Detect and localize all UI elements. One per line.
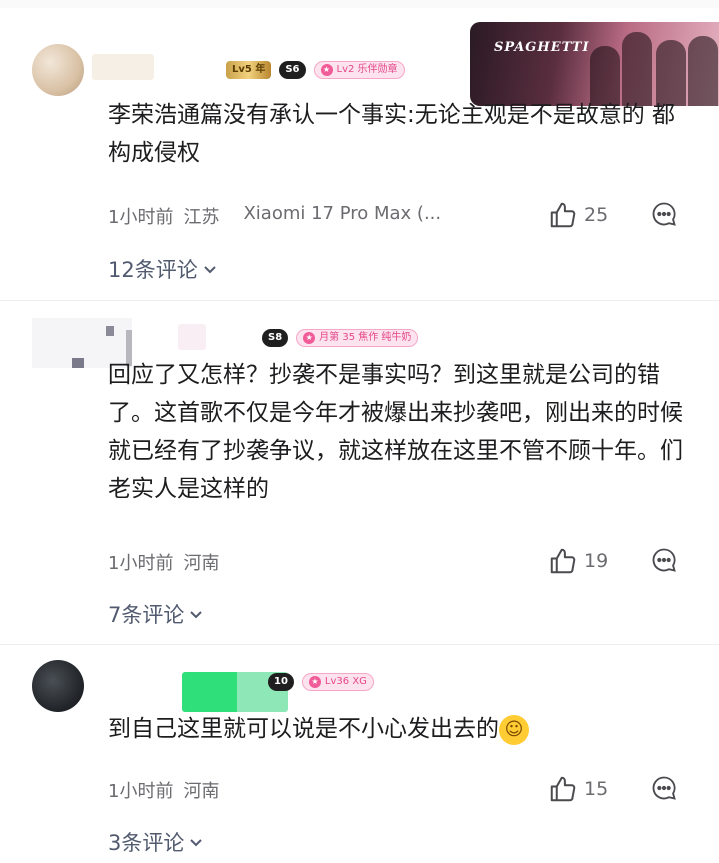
level-badge: Lv5 年 <box>226 61 272 79</box>
user-badges: 10 ★ Lv36 XG <box>268 672 374 692</box>
fan-medal-badge: ★ Lv36 XG <box>301 673 374 691</box>
user-badges: Lv5 年 S6 ★ Lv2 乐伴勋章 <box>226 60 405 80</box>
fan-medal-label: 月第 35 焦作 纯牛奶 <box>319 332 412 343</box>
top-strip <box>0 0 719 8</box>
view-replies-button[interactable]: 12条评论 <box>108 254 218 284</box>
comment-meta: 1小时前 河南 <box>108 549 219 575</box>
fan-medal-badge: ★ 月第 35 焦作 纯牛奶 <box>296 329 419 347</box>
chevron-down-icon <box>204 266 216 274</box>
comment-meta: 1小时前 江苏 Xiaomi 17 Pro Max (... <box>108 203 441 229</box>
chevron-down-icon <box>190 839 203 847</box>
star-icon: ★ <box>320 64 333 76</box>
divider <box>0 300 719 301</box>
comment-item: S8 ★ 月第 35 焦作 纯牛奶 回应了又怎样？抄袭不是事实吗？到这里就是公司的… <box>0 310 719 640</box>
fan-medal-badge: ★ Lv2 乐伴勋章 <box>313 61 405 79</box>
banner-logo: SPAGHETTI <box>494 40 590 55</box>
comment-meta: 1小时前 河南 <box>108 777 219 803</box>
divider <box>0 644 719 645</box>
timestamp: 1小时前 <box>108 553 174 574</box>
replies-label: 12条评论 <box>108 258 198 282</box>
season-badge: S6 <box>279 61 306 79</box>
like-button[interactable]: 19 <box>548 546 608 576</box>
star-icon: ★ <box>303 332 316 344</box>
like-count: 25 <box>584 204 609 226</box>
season-badge: 10 <box>268 673 294 691</box>
thumbs-up-icon <box>550 776 576 802</box>
comment-text-body: 到自己这里就可以说是不小心发出去的 <box>108 716 499 742</box>
location: 河南 <box>183 553 220 574</box>
username-redacted[interactable] <box>178 324 206 350</box>
comment-bubble-icon[interactable] <box>650 200 678 228</box>
comment-bubble-icon[interactable] <box>650 774 678 802</box>
comment-item: Lv5 年 S6 ★ Lv2 乐伴勋章 SPAGHETTI 李荣浩通篇没有承认一个… <box>0 20 719 303</box>
like-button[interactable]: 15 <box>548 774 608 804</box>
replies-label: 3条评论 <box>108 831 185 855</box>
like-count: 19 <box>584 550 609 572</box>
timestamp: 1小时前 <box>108 781 174 802</box>
location: 河南 <box>183 781 220 802</box>
star-icon: ★ <box>308 676 321 688</box>
comment-item: 10 ★ Lv36 XG 到自己这里就可以说是不小心发出去的 ☺ 1小时前 河南 1… <box>0 650 719 863</box>
device: Xiaomi 17 Pro Max (... <box>243 203 442 224</box>
avatar[interactable] <box>32 44 84 96</box>
thumbs-up-icon <box>550 548 576 574</box>
username-redacted[interactable] <box>92 54 154 80</box>
view-replies-button[interactable]: 3条评论 <box>108 827 204 857</box>
laughing-tears-emoji-icon: ☺ <box>499 714 529 745</box>
season-badge: S8 <box>262 329 289 347</box>
view-replies-button[interactable]: 7条评论 <box>108 599 204 629</box>
thumbs-up-icon <box>550 202 576 228</box>
comment-bubble-icon[interactable] <box>650 546 678 574</box>
like-button[interactable]: 25 <box>548 200 608 230</box>
like-count: 15 <box>584 778 609 800</box>
timestamp: 1小时前 <box>108 207 174 228</box>
user-badges: S8 ★ 月第 35 焦作 纯牛奶 <box>262 328 419 348</box>
chevron-down-icon <box>190 611 203 619</box>
replies-label: 7条评论 <box>108 603 185 627</box>
fan-medal-label: Lv2 乐伴勋章 <box>336 64 398 75</box>
comment-text: 回应了又怎样？抄袭不是事实吗？到这里就是公司的错了。这首歌不仅是今年才被爆出来抄… <box>108 362 683 502</box>
avatar[interactable] <box>32 660 84 712</box>
decoration-banner: SPAGHETTI <box>470 22 719 106</box>
comment-text: 到自己这里就可以说是不小心发出去的 ☺ <box>108 710 688 748</box>
fan-medal-label: Lv36 XG <box>324 676 367 687</box>
location: 江苏 <box>183 207 220 228</box>
comment-text: 李荣浩通篇没有承认一个事实:无论主观是不是故意的 都构成侵权 <box>108 102 676 166</box>
